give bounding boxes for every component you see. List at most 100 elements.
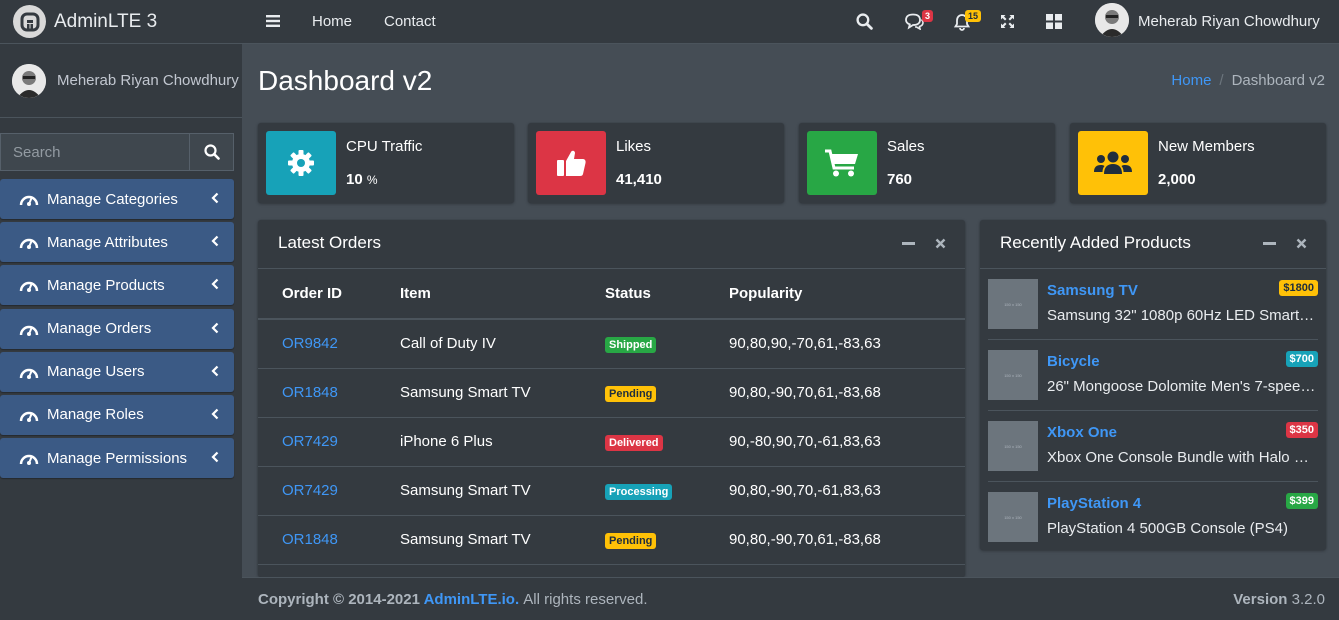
info-box-icon — [536, 131, 606, 195]
chevron-left-icon — [211, 451, 219, 463]
order-id-link[interactable]: OR1848 — [282, 384, 338, 401]
chevron-left-icon — [211, 322, 219, 333]
info-box-sales: Sales 760 — [799, 123, 1055, 203]
shopping-cart-icon — [825, 149, 858, 177]
info-box-value: 2,000 — [1158, 171, 1196, 188]
info-box-new-members: New Members 2,000 — [1070, 123, 1326, 203]
main-sidebar: AdminLTE 3 Meherab Riyan Chowdhury Manag… — [0, 0, 242, 620]
navbar-search-icon[interactable] — [856, 13, 873, 30]
info-box-title: CPU Traffic — [346, 138, 423, 155]
sidebar-item-manage-products[interactable]: Manage Products — [0, 265, 234, 306]
sidebar-item-label: Manage Categories — [47, 190, 178, 208]
product-name-link[interactable]: Samsung TV — [1047, 282, 1138, 299]
chevron-left-icon — [211, 365, 219, 377]
nav-link-contact[interactable]: Contact — [384, 13, 436, 30]
info-box-unit: % — [366, 173, 378, 187]
page-title: Dashboard v2 — [258, 65, 433, 96]
product-image: 150 x 150 — [988, 350, 1038, 400]
chevron-left-icon — [211, 408, 219, 420]
brand-link[interactable]: AdminLTE 3 — [0, 0, 242, 44]
order-id-link[interactable]: OR7429 — [282, 433, 338, 450]
table-row: OR1848 Samsung Smart TV Pending 90,80,-9… — [258, 515, 965, 565]
tachometer-icon — [19, 282, 39, 293]
order-item: Samsung Smart TV — [400, 515, 605, 565]
card-title: Recently Added Products — [1000, 233, 1191, 252]
navbar-user-avatar[interactable] — [1095, 3, 1129, 37]
order-item: Call of Duty IV — [400, 319, 605, 369]
info-box-icon — [1078, 131, 1148, 195]
sidebar-item-manage-roles[interactable]: Manage Roles — [0, 394, 234, 435]
footer-copyright: Copyright © 2014-2021 AdminLTE.io. All r… — [258, 591, 648, 608]
close-icon[interactable] — [935, 238, 946, 249]
card-header: Latest Orders — [258, 220, 965, 269]
user-name[interactable]: Meherab Riyan Chowdhury — [57, 72, 239, 89]
product-name-link[interactable]: Bicycle — [1047, 353, 1100, 370]
table-row: OR7429 Samsung Smart TV Processing 90,80… — [258, 466, 965, 516]
sidebar-item-manage-categories[interactable]: Manage Categories — [0, 179, 234, 219]
price-badge: $350 — [1285, 422, 1318, 438]
minus-icon[interactable] — [902, 242, 915, 246]
brand-logo-icon — [13, 5, 46, 38]
product-description: 26" Mongoose Dolomite Men's 7-speed, Nav… — [1047, 378, 1317, 395]
tachometer-icon — [19, 239, 39, 250]
order-popularity: 90,80,-90,70,61,-83,68 — [729, 515, 965, 565]
order-item: Samsung Smart TV — [400, 368, 605, 418]
column-header: Item — [400, 269, 605, 320]
sidebar-item-manage-users[interactable]: Manage Users — [0, 351, 234, 392]
tachometer-icon — [19, 368, 39, 379]
breadcrumb-current: Dashboard v2 — [1231, 72, 1325, 89]
search-icon — [203, 144, 220, 160]
product-name-link[interactable]: Xbox One — [1047, 424, 1117, 441]
user-panel[interactable]: Meherab Riyan Chowdhury — [0, 44, 242, 118]
users-icon — [1094, 151, 1132, 174]
product-image: 150 x 150 — [988, 279, 1038, 329]
status-badge: Pending — [605, 533, 657, 549]
table-row: OR9842 Call of Duty IV Shipped 90,80,90,… — [258, 319, 965, 369]
list-item: 150 x 150 Samsung TV $1800 Samsung 32" 1… — [988, 269, 1318, 340]
tachometer-icon — [19, 325, 39, 336]
search-input[interactable] — [0, 133, 189, 171]
product-name-link[interactable]: PlayStation 4 — [1047, 495, 1141, 512]
minus-icon[interactable] — [1263, 242, 1276, 246]
order-popularity: 90,80,90,-70,61,-83,63 — [729, 319, 965, 369]
price-badge: $399 — [1285, 493, 1318, 509]
search-button[interactable] — [189, 133, 234, 171]
hamburger-menu-icon[interactable] — [266, 14, 280, 28]
comments-icon — [905, 13, 924, 31]
table-row: OR7429 iPhone 6 Plus Delivered 90,-80,90… — [258, 417, 965, 467]
notifications-dropdown[interactable]: 15 — [953, 10, 987, 33]
sidebar-item-manage-orders[interactable]: Manage Orders — [0, 308, 234, 349]
recent-products-card: Recently Added Products 150 x 150 Samsun… — [980, 220, 1326, 550]
footer-brand-link[interactable]: AdminLTE.io. — [424, 591, 520, 608]
info-box-icon — [807, 131, 877, 195]
list-item: 150 x 150 PlayStation 4 $399 PlayStation… — [988, 482, 1318, 550]
main-footer: Copyright © 2014-2021 AdminLTE.io. All r… — [242, 577, 1339, 620]
column-header: Status — [605, 269, 729, 320]
info-box-value: 760 — [887, 171, 913, 188]
order-item: Samsung Smart TV — [400, 466, 605, 516]
grid-icon[interactable] — [1046, 14, 1062, 29]
status-badge: Processing — [605, 484, 673, 500]
table-row: OR1848 Samsung Smart TV Pending 90,80,-9… — [258, 368, 965, 418]
nav-link-home[interactable]: Home — [312, 13, 352, 30]
product-description: Xbox One Console Bundle with Halo Master… — [1047, 449, 1317, 466]
breadcrumb: Home / Dashboard v2 — [1171, 72, 1325, 89]
status-badge: Pending — [605, 386, 657, 402]
breadcrumb-home-link[interactable]: Home — [1171, 72, 1211, 89]
navbar-user-name[interactable]: Meherab Riyan Chowdhury — [1138, 13, 1320, 30]
order-id-link[interactable]: OR7429 — [282, 482, 338, 499]
order-id-link[interactable]: OR1848 — [282, 531, 338, 548]
close-icon[interactable] — [1296, 238, 1307, 249]
fullscreen-icon[interactable] — [1000, 14, 1015, 29]
sidebar-item-label: Manage Products — [47, 276, 165, 294]
messages-dropdown[interactable]: 3 — [904, 10, 938, 33]
tachometer-icon — [19, 195, 39, 206]
sidebar-item-manage-permissions[interactable]: Manage Permissions — [0, 438, 234, 479]
chevron-left-icon — [211, 279, 219, 290]
order-id-link[interactable]: OR9842 — [282, 335, 338, 352]
sidebar-item-label: Manage Permissions — [47, 449, 188, 467]
tachometer-icon — [19, 411, 39, 422]
order-item: iPhone 6 Plus — [400, 417, 605, 467]
order-popularity: 90,80,-90,70,61,-83,68 — [729, 368, 965, 418]
sidebar-item-manage-attributes[interactable]: Manage Attributes — [0, 222, 234, 263]
